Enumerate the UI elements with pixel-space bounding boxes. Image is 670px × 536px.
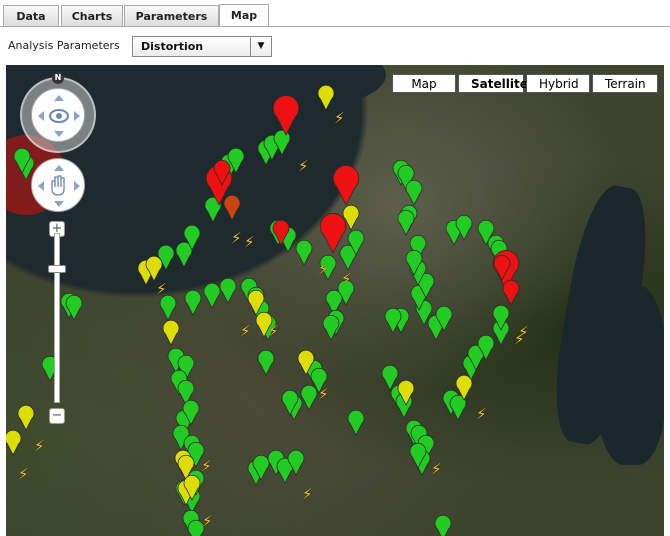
lightning-icon[interactable]: ⚡ (34, 437, 45, 455)
pan-arrows-icon (38, 95, 80, 137)
map-marker[interactable] (322, 314, 340, 341)
hand-icon (38, 165, 80, 207)
tab-map[interactable]: Map (219, 4, 269, 27)
map-marker[interactable] (332, 165, 360, 206)
map-marker[interactable] (203, 282, 221, 309)
select-value: Distortion (141, 40, 204, 53)
lightning-icon[interactable]: ⚡ (318, 260, 329, 278)
zoom-out-button[interactable]: − (49, 408, 65, 424)
tab-charts[interactable]: Charts (61, 5, 123, 26)
map-type-control: Map Satellite Hybrid Terrain (390, 74, 658, 93)
map-marker[interactable] (272, 95, 300, 136)
map-type-hybrid[interactable]: Hybrid (526, 74, 590, 93)
map-marker[interactable] (317, 84, 335, 111)
tab-bar: Data Charts Parameters Map (0, 0, 670, 27)
map-marker[interactable] (219, 277, 237, 304)
tab-data[interactable]: Data (3, 5, 59, 26)
map-marker[interactable] (159, 294, 177, 321)
lightning-icon[interactable]: ⚡ (431, 460, 442, 478)
analysis-parameter-select[interactable]: Distortion ▼ (132, 36, 272, 57)
map-marker[interactable] (257, 349, 275, 376)
zoom-slider-track[interactable] (54, 233, 60, 403)
lightning-icon[interactable]: ⚡ (202, 512, 213, 530)
satellite-map[interactable]: Map Satellite Hybrid Terrain N + − ⚡ ⚡ ⚡ ⚡ ⚡… (6, 65, 664, 536)
map-marker[interactable] (405, 179, 423, 206)
lightning-icon[interactable]: ⚡ (156, 280, 167, 298)
analysis-parameters-label: Analysis Parameters (8, 39, 120, 52)
map-marker[interactable] (6, 429, 22, 456)
pan-control[interactable] (31, 88, 85, 142)
lightning-icon[interactable]: ⚡ (298, 157, 309, 175)
map-marker[interactable] (300, 384, 318, 411)
lightning-icon[interactable]: ⚡ (341, 270, 352, 288)
tab-divider (0, 26, 670, 27)
lightning-icon[interactable]: ⚡ (268, 322, 279, 340)
lightning-icon[interactable]: ⚡ (244, 233, 255, 251)
lightning-icon[interactable]: ⚡ (476, 405, 487, 423)
zoom-slider-thumb[interactable] (48, 265, 66, 273)
map-type-satellite[interactable]: Satellite (458, 74, 528, 93)
tab-parameters[interactable]: Parameters (124, 5, 219, 26)
lightning-icon[interactable]: ⚡ (318, 385, 329, 403)
map-marker[interactable] (184, 289, 202, 316)
map-marker[interactable] (162, 319, 180, 346)
map-marker[interactable] (397, 209, 415, 236)
lightning-icon[interactable]: ⚡ (18, 465, 29, 483)
map-marker[interactable] (502, 279, 520, 306)
lightning-icon[interactable]: ⚡ (240, 322, 251, 340)
chevron-down-icon[interactable]: ▼ (250, 37, 271, 56)
lightning-icon[interactable]: ⚡ (302, 485, 313, 503)
map-marker[interactable] (17, 404, 35, 431)
lightning-icon[interactable]: ⚡ (334, 109, 345, 127)
map-marker[interactable] (384, 307, 402, 334)
lightning-icon[interactable]: ⚡ (514, 330, 525, 348)
map-marker[interactable] (223, 194, 241, 221)
map-marker[interactable] (434, 514, 452, 536)
lightning-icon[interactable]: ⚡ (231, 229, 242, 247)
lightning-icon[interactable]: ⚡ (201, 457, 212, 475)
map-type-map[interactable]: Map (392, 74, 456, 93)
map-marker[interactable] (319, 213, 347, 254)
marker-layer (6, 84, 520, 536)
north-indicator: N (52, 72, 64, 84)
drag-control[interactable] (31, 158, 85, 212)
map-marker[interactable] (347, 409, 365, 436)
map-type-terrain[interactable]: Terrain (592, 74, 658, 93)
map-marker[interactable] (295, 239, 313, 266)
